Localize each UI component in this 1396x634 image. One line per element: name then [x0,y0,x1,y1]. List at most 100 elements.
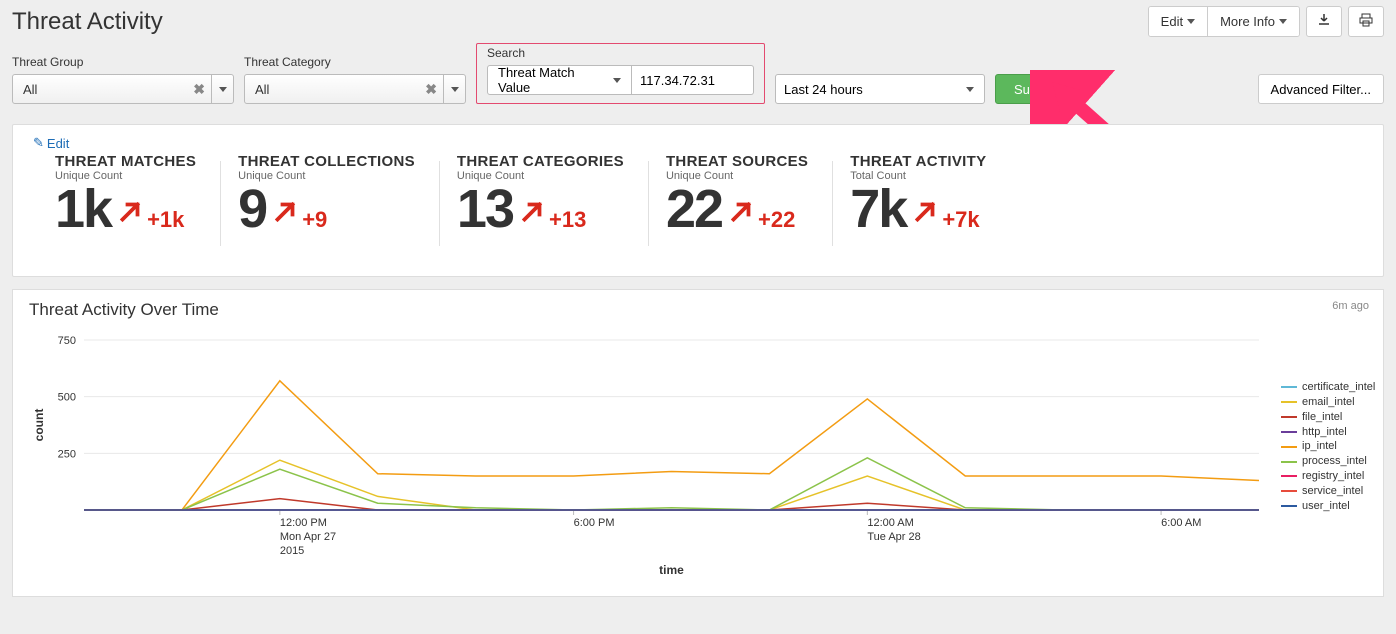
metric-delta: +1k [115,197,184,233]
svg-text:Mon Apr 27: Mon Apr 27 [280,531,336,543]
svg-text:2015: 2015 [280,545,304,557]
legend-label: email_intel [1302,395,1355,410]
chart-panel: Threat Activity Over Time 6m ago 250 500 7… [12,289,1384,597]
trend-up-icon [910,197,940,233]
metric-value: 1k [55,182,111,236]
metric-card[interactable]: THREAT CATEGORIESUnique Count13+13 [445,153,654,236]
search-label: Search [487,46,754,60]
metric-delta-value: +13 [549,207,586,233]
chevron-down-icon[interactable] [443,75,465,103]
legend-item[interactable]: registry_intel [1281,469,1375,484]
header-button-group: Edit More Info [1148,6,1300,37]
search-input[interactable] [632,65,754,95]
more-info-label: More Info [1220,14,1275,29]
svg-text:6:00 AM: 6:00 AM [1161,517,1201,529]
metric-delta-value: +22 [758,207,795,233]
advanced-filter-button[interactable]: Advanced Filter... [1258,74,1384,104]
metric-card[interactable]: THREAT SOURCESUnique Count22+22 [654,153,838,236]
metric-delta: +13 [517,197,586,233]
metric-card[interactable]: THREAT MATCHESUnique Count1k+1k [43,153,226,236]
legend-swatch [1281,446,1297,448]
metric-value: 22 [666,182,722,236]
svg-text:250: 250 [58,448,76,460]
threat-group-dropdown[interactable]: All ✖ [12,74,234,104]
metric-card[interactable]: THREAT ACTIVITYTotal Count7k+7k [838,153,1016,236]
metric-delta: +22 [726,197,795,233]
chevron-down-icon [1279,19,1287,24]
svg-text:500: 500 [58,392,76,404]
chevron-down-icon [966,87,974,92]
search-type-dropdown[interactable]: Threat Match Value [487,65,632,95]
metric-delta-value: +7k [942,207,979,233]
trend-up-icon [726,197,756,233]
trend-up-icon [517,197,547,233]
svg-text:count: count [32,409,46,442]
legend-swatch [1281,431,1297,433]
svg-text:12:00 PM: 12:00 PM [280,517,327,529]
chart-title: Threat Activity Over Time [29,300,1367,320]
threat-group-label: Threat Group [12,55,234,69]
page-title: Threat Activity [12,8,163,36]
legend-label: file_intel [1302,410,1342,425]
legend-label: process_intel [1302,454,1367,469]
threat-category-dropdown[interactable]: All ✖ [244,74,466,104]
legend-label: service_intel [1302,484,1363,499]
legend-item[interactable]: email_intel [1281,395,1375,410]
search-block: Search Threat Match Value [476,43,765,104]
trend-up-icon [115,197,145,233]
chart-legend: certificate_intelemail_intelfile_intelht… [1269,330,1375,580]
submit-button[interactable]: Submit [995,74,1073,104]
metric-delta-value: +9 [302,207,327,233]
legend-swatch [1281,401,1297,403]
svg-text:750: 750 [58,335,76,347]
metrics-edit-link[interactable]: Edit [13,133,69,153]
legend-swatch [1281,416,1297,418]
legend-label: ip_intel [1302,439,1337,454]
chart-svg[interactable]: 25050075012:00 PMMon Apr 2720156:00 PM12… [29,330,1269,580]
legend-swatch [1281,461,1297,463]
legend-item[interactable]: user_intel [1281,499,1375,514]
chart-age: 6m ago [1332,300,1369,312]
threat-category-label: Threat Category [244,55,466,69]
legend-swatch [1281,490,1297,492]
clear-icon[interactable]: ✖ [193,81,205,98]
trend-up-icon [270,197,300,233]
search-type-label: Threat Match Value [498,65,607,95]
legend-item[interactable]: http_intel [1281,425,1375,440]
metric-delta-value: +1k [147,207,184,233]
threat-group-value: All [13,82,211,97]
metric-card[interactable]: THREAT COLLECTIONSUnique Count9+9 [226,153,445,236]
time-range-dropdown[interactable]: Last 24 hours [775,74,985,104]
metric-title: THREAT COLLECTIONS [238,153,415,170]
svg-text:Tue Apr 28: Tue Apr 28 [867,531,920,543]
legend-label: certificate_intel [1302,380,1375,395]
metric-title: THREAT SOURCES [666,153,808,170]
legend-item[interactable]: ip_intel [1281,439,1375,454]
legend-swatch [1281,475,1297,477]
chevron-down-icon [613,78,621,83]
legend-item[interactable]: process_intel [1281,454,1375,469]
metric-value: 7k [850,182,906,236]
legend-label: user_intel [1302,499,1350,514]
download-button[interactable] [1306,6,1342,37]
time-range-value: Last 24 hours [784,82,863,97]
legend-item[interactable]: file_intel [1281,410,1375,425]
legend-item[interactable]: certificate_intel [1281,380,1375,395]
legend-label: http_intel [1302,425,1347,440]
metric-title: THREAT ACTIVITY [850,153,986,170]
edit-button[interactable]: Edit [1149,7,1208,36]
metric-delta: +9 [270,197,327,233]
download-icon [1317,13,1331,30]
print-icon [1359,13,1373,30]
chevron-down-icon[interactable] [211,75,233,103]
clear-icon[interactable]: ✖ [425,81,437,98]
metric-value: 13 [457,182,513,236]
metric-value: 9 [238,182,266,236]
threat-category-value: All [245,82,443,97]
metrics-panel: Edit THREAT MATCHESUnique Count1k+1kTHRE… [12,124,1384,277]
metric-delta: +7k [910,197,979,233]
more-info-button[interactable]: More Info [1208,7,1299,36]
legend-label: registry_intel [1302,469,1364,484]
print-button[interactable] [1348,6,1384,37]
legend-item[interactable]: service_intel [1281,484,1375,499]
